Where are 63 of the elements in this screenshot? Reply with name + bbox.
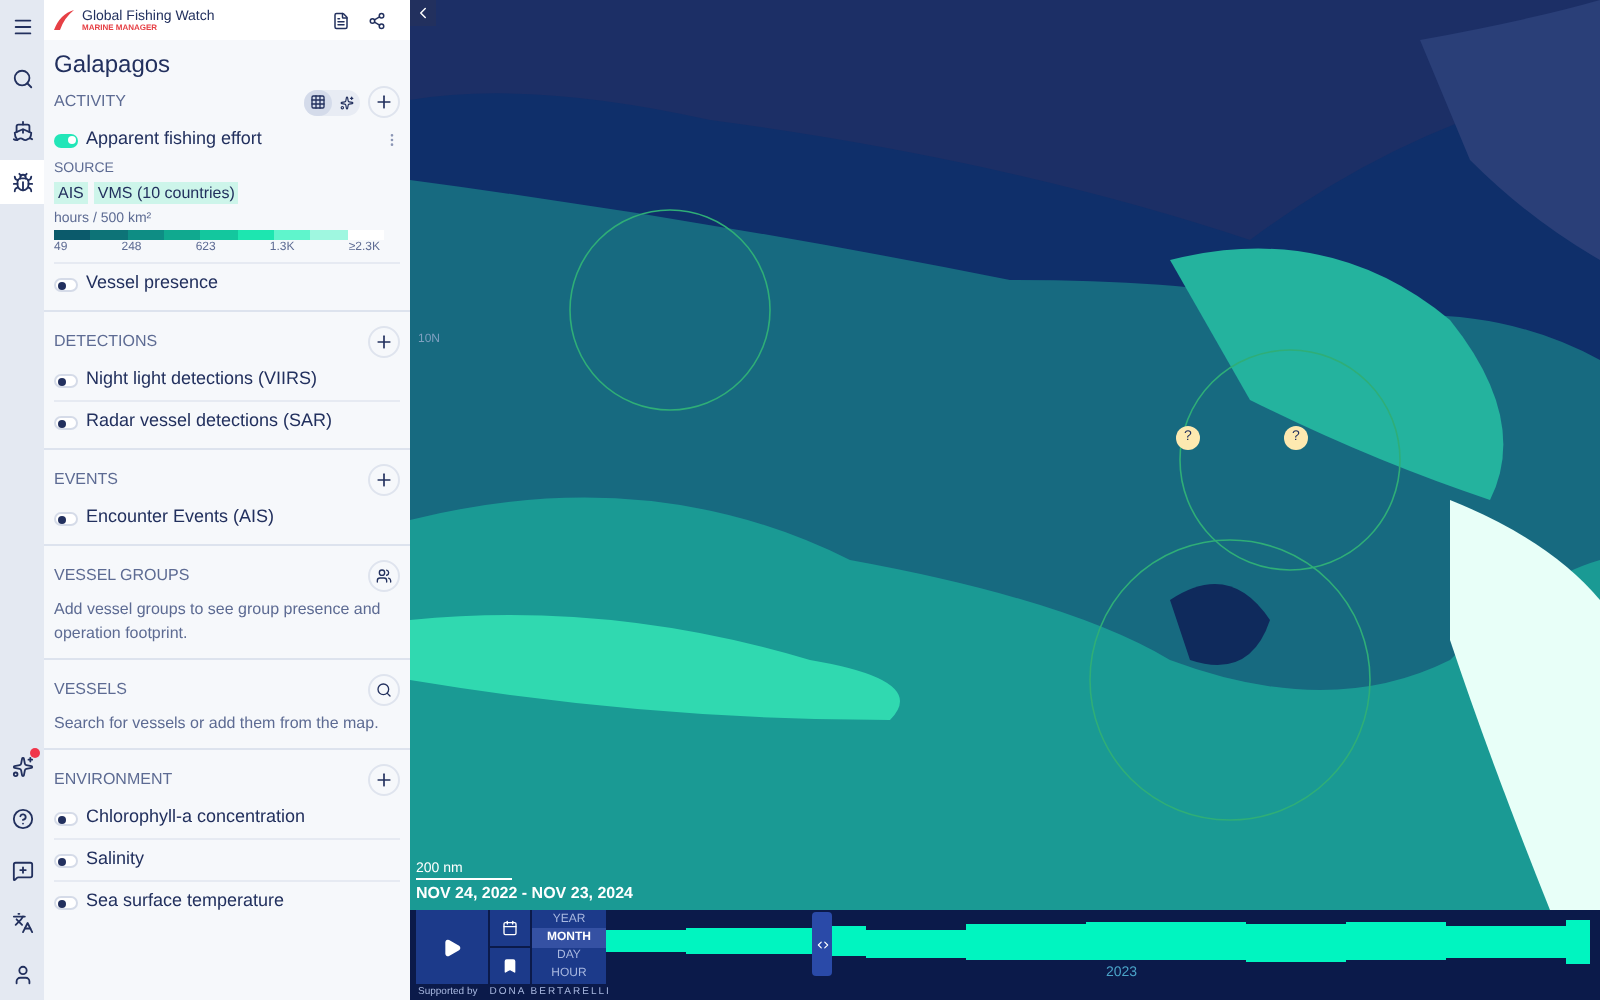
timeline-handle[interactable] bbox=[812, 912, 832, 976]
add-layer-button[interactable] bbox=[368, 764, 400, 796]
plus-icon bbox=[374, 470, 394, 490]
layer-toggle[interactable] bbox=[54, 277, 78, 291]
layer-name: Night light detections (VIIRS) bbox=[86, 366, 318, 393]
feedback-icon bbox=[11, 859, 33, 881]
source-tag: VMS (10 countries) bbox=[93, 182, 239, 204]
help-icon bbox=[11, 807, 33, 829]
menu-icon bbox=[11, 15, 33, 37]
chevrons-icon bbox=[815, 937, 829, 951]
layer-toggle[interactable] bbox=[54, 511, 78, 525]
layer-name: Encounter Events (AIS) bbox=[86, 504, 275, 531]
vessel-group-button[interactable] bbox=[368, 560, 400, 592]
layer-name: Salinity bbox=[86, 846, 145, 873]
section-description: Add vessel groups to see group presence and operation footprint. bbox=[54, 598, 383, 646]
grid-icon bbox=[310, 94, 326, 110]
layer-toggle[interactable] bbox=[54, 853, 78, 867]
view-mode-button[interactable] bbox=[304, 89, 332, 115]
section-description: Search for vessels or add them from the map. bbox=[54, 712, 381, 736]
section-title: ENVIRONMENT bbox=[54, 768, 173, 792]
sparkle-icon bbox=[11, 755, 33, 777]
chevron-left-icon bbox=[414, 4, 432, 22]
section-title: EVENTS bbox=[54, 468, 119, 492]
source-tag: AIS bbox=[54, 182, 88, 204]
layer-name: Sea surface temperature bbox=[86, 888, 285, 915]
scatter-icon bbox=[339, 95, 353, 109]
user-icon bbox=[11, 963, 33, 985]
section-title: ACTIVITY bbox=[54, 90, 127, 114]
layer-name: Vessel presence bbox=[86, 270, 219, 297]
layer-toggle[interactable] bbox=[54, 415, 78, 429]
layer-toggle[interactable] bbox=[54, 811, 78, 825]
collapse-sidebar-button[interactable] bbox=[410, 0, 436, 26]
play-button[interactable] bbox=[416, 910, 488, 984]
workspace-title: Galapagos bbox=[54, 48, 173, 82]
layer-toggle[interactable] bbox=[54, 895, 78, 909]
language-icon bbox=[11, 911, 33, 933]
bookmark-icon bbox=[502, 958, 518, 974]
search-icon bbox=[11, 67, 33, 89]
search-icon bbox=[376, 682, 392, 698]
plus-icon bbox=[374, 770, 394, 790]
plus-icon bbox=[374, 92, 394, 112]
ship-icon bbox=[11, 119, 33, 141]
plus-icon bbox=[374, 332, 394, 352]
layer-name: Chlorophyll-a concentration bbox=[86, 804, 306, 831]
section-title: VESSEL GROUPS bbox=[54, 564, 190, 588]
layer-name: Apparent fishing effort bbox=[86, 126, 262, 153]
add-layer-button[interactable] bbox=[368, 326, 400, 358]
date-range: NOV 24, 2022 - NOV 23, 2024 bbox=[416, 882, 634, 906]
calendar-icon bbox=[502, 920, 518, 936]
layer-toggle[interactable] bbox=[54, 373, 78, 387]
logo-icon bbox=[52, 8, 76, 32]
rail-button[interactable] bbox=[0, 160, 44, 204]
layer-toggle[interactable] bbox=[54, 133, 78, 147]
add-layer-button[interactable] bbox=[368, 86, 400, 118]
layer-name: Radar vessel detections (SAR) bbox=[86, 408, 333, 435]
search-button[interactable] bbox=[368, 674, 400, 706]
share-icon bbox=[368, 11, 386, 29]
report-icon bbox=[332, 11, 350, 29]
section-title: VESSELS bbox=[54, 678, 127, 702]
play-icon bbox=[442, 937, 462, 957]
group-icon bbox=[376, 568, 392, 584]
section-title: DETECTIONS bbox=[54, 330, 158, 354]
add-layer-button[interactable] bbox=[368, 464, 400, 496]
